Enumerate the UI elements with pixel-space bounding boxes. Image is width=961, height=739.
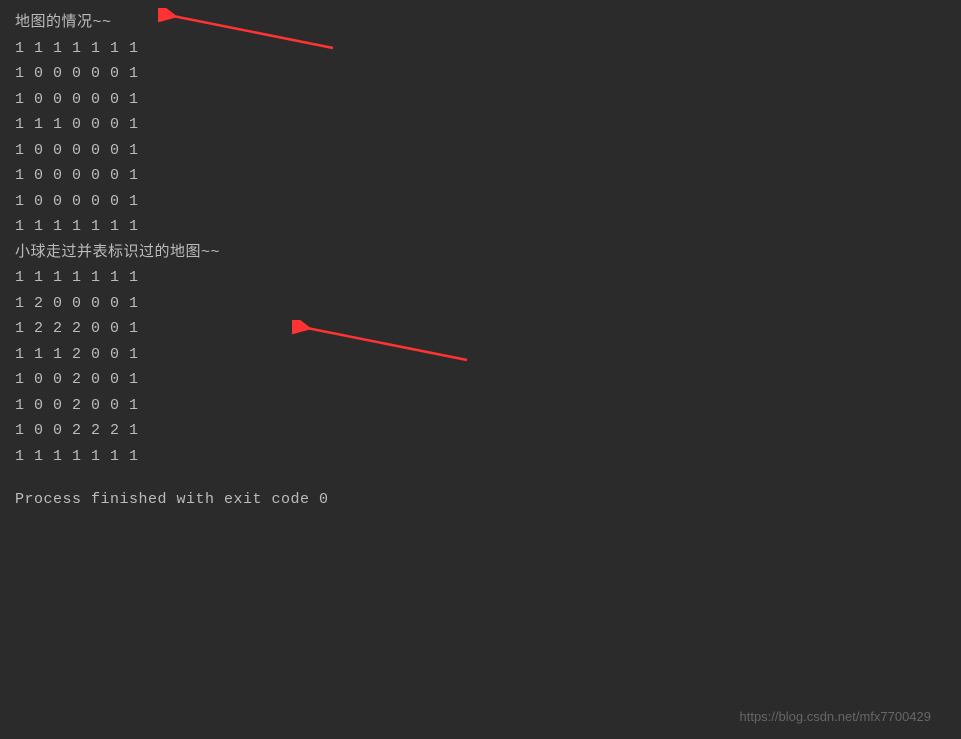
section1-row: 1 0 0 0 0 0 1 xyxy=(15,138,946,164)
section2-row: 1 1 1 1 1 1 1 xyxy=(15,265,946,291)
section1-row: 1 1 1 1 1 1 1 xyxy=(15,214,946,240)
section2-header: 小球走过并表标识过的地图~~ xyxy=(15,240,946,266)
section1-row: 1 0 0 0 0 0 1 xyxy=(15,61,946,87)
section2-row: 1 0 0 2 0 0 1 xyxy=(15,367,946,393)
section2-row: 1 2 0 0 0 0 1 xyxy=(15,291,946,317)
section1-row: 1 0 0 0 0 0 1 xyxy=(15,163,946,189)
section1-row: 1 1 1 0 0 0 1 xyxy=(15,112,946,138)
section1-row: 1 1 1 1 1 1 1 xyxy=(15,36,946,62)
section1-row: 1 0 0 0 0 0 1 xyxy=(15,189,946,215)
section1-header: 地图的情况~~ xyxy=(15,10,946,36)
watermark-text: https://blog.csdn.net/mfx7700429 xyxy=(739,709,931,724)
process-exit-message: Process finished with exit code 0 xyxy=(15,487,946,513)
section2-row: 1 1 1 2 0 0 1 xyxy=(15,342,946,368)
section2-row: 1 0 0 2 0 0 1 xyxy=(15,393,946,419)
section2-row: 1 0 0 2 2 2 1 xyxy=(15,418,946,444)
section2-row: 1 2 2 2 0 0 1 xyxy=(15,316,946,342)
console-output: 地图的情况~~ 1 1 1 1 1 1 1 1 0 0 0 0 0 1 1 0 … xyxy=(15,10,946,513)
section2-row: 1 1 1 1 1 1 1 xyxy=(15,444,946,470)
section1-row: 1 0 0 0 0 0 1 xyxy=(15,87,946,113)
